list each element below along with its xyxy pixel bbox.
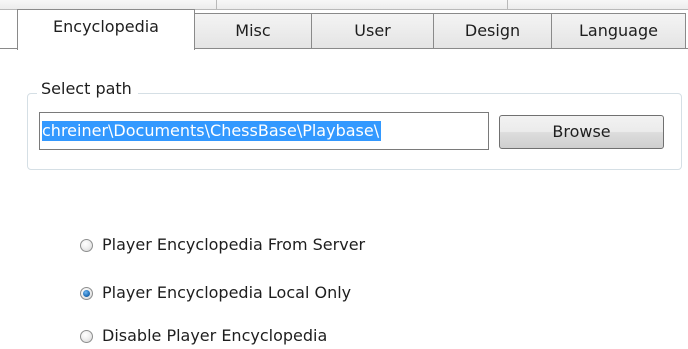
select-path-legend: Select path [37, 78, 138, 100]
path-input-field[interactable]: chreiner\Documents\ChessBase\Playbase\ [39, 112, 489, 150]
tab-language[interactable]: Language [551, 13, 686, 49]
radio-option-from-server[interactable]: Player Encyclopedia From Server [80, 233, 365, 257]
tab-misc[interactable]: Misc [194, 13, 312, 49]
path-input-selected-text: chreiner\Documents\ChessBase\Playbase\ [42, 121, 382, 141]
radio-option-local-only[interactable]: Player Encyclopedia Local Only [80, 281, 351, 305]
radio-button-checked-icon[interactable] [80, 286, 93, 300]
options-dialog: Encyclopedia Misc User Design Language S… [0, 0, 688, 349]
upper-tab-divider [507, 0, 508, 9]
tab-encyclopedia[interactable]: Encyclopedia [17, 9, 195, 50]
radio-label: Player Encyclopedia From Server [102, 235, 366, 254]
tab-bar: Encyclopedia Misc User Design Language [0, 9, 688, 50]
tab-design[interactable]: Design [433, 13, 552, 49]
radio-label: Disable Player Encyclopedia [102, 326, 328, 345]
radio-button-icon[interactable] [80, 238, 93, 252]
tab-user[interactable]: User [311, 13, 434, 49]
radio-option-disable[interactable]: Disable Player Encyclopedia [80, 324, 327, 348]
upper-tab-divider [216, 0, 217, 9]
radio-button-icon[interactable] [80, 329, 93, 343]
radio-label: Player Encyclopedia Local Only [102, 283, 352, 302]
browse-button[interactable]: Browse [499, 115, 664, 149]
